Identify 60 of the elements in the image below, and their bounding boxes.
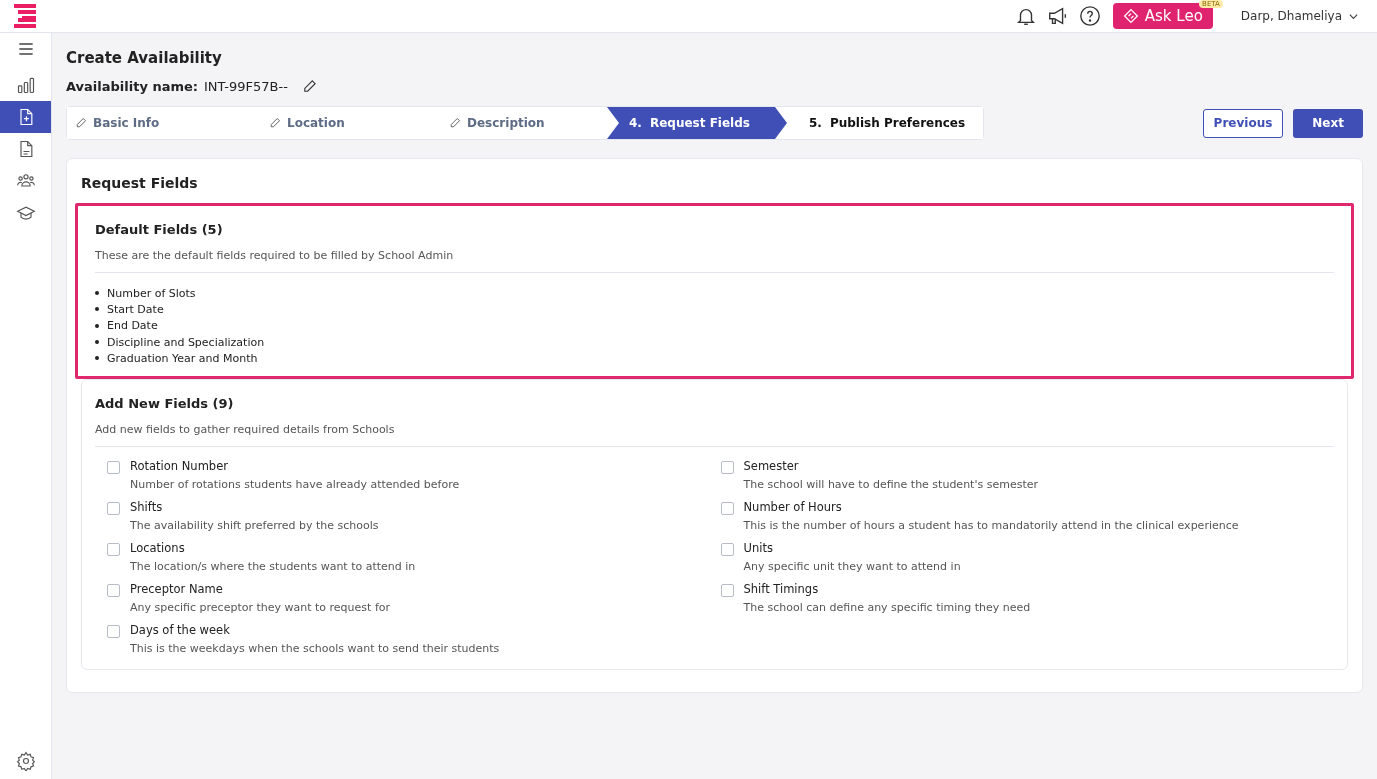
bullet-icon — [95, 323, 99, 328]
diamond-logo-icon — [1122, 8, 1139, 24]
default-field-item: Start Date — [107, 302, 164, 316]
panel-title: Default Fields (5) — [95, 222, 224, 237]
bar-chart-icon — [15, 75, 36, 95]
field-option-label: Semester — [743, 459, 800, 474]
field-option-label: Locations — [130, 541, 186, 556]
field-option-hint: The school can define any specific timing they need — [743, 601, 1031, 615]
field-option-hint: The location/s where the students want to attend in — [130, 560, 416, 574]
page-title: Create Availability — [66, 49, 223, 67]
default-field-item: Discipline and Specialization — [107, 335, 265, 349]
next-button[interactable]: Next — [1293, 108, 1363, 138]
field-option-label: Shift Timings — [743, 582, 820, 597]
settings-icon[interactable] — [15, 751, 36, 771]
field-option-hint: Any specific unit they want to attend in — [743, 560, 961, 574]
field-option-label: Rotation Number — [130, 459, 229, 474]
megaphone-icon[interactable] — [1046, 5, 1069, 27]
field-option-hint: Number of rotations students have already attended before — [130, 478, 460, 492]
field-option-label: Days of the week — [130, 623, 231, 638]
field-option-hint: Any specific preceptor they want to request for — [130, 601, 390, 615]
pencil-icon — [75, 117, 87, 129]
pencil-icon — [449, 117, 461, 129]
panel-title: Add New Fields (9) — [95, 396, 235, 412]
panel-description: Add new fields to gather required details from Schools — [95, 423, 396, 437]
bullet-icon — [95, 291, 99, 296]
user-menu[interactable]: Darp, Dhameliya — [1234, 8, 1365, 24]
availability-name-value: INT-99F57B-- — [204, 79, 288, 94]
default-field-item: Graduation Year and Month — [107, 351, 258, 365]
checkbox[interactable] — [720, 502, 734, 516]
field-option-label: Shifts — [130, 500, 164, 515]
edit-pencil-icon[interactable] — [301, 79, 317, 94]
default-field-item: Number of Slots — [107, 286, 196, 300]
field-option-label: Units — [743, 541, 774, 556]
field-option-label: Number of Hours — [743, 500, 843, 515]
help-icon[interactable] — [1078, 5, 1101, 27]
bullet-icon — [95, 340, 99, 345]
field-option-label: Preceptor Name — [130, 582, 224, 597]
checkbox[interactable] — [720, 461, 734, 475]
field-option-hint: The availability shift preferred by the schools — [130, 519, 379, 533]
checkbox[interactable] — [107, 584, 120, 598]
field-option-hint: This is the weekdays when the schools want to send their students — [130, 642, 500, 656]
panel-description: These are the default fields required to be filled by School Admin — [95, 249, 455, 262]
wizard-step[interactable]: 4. Request Fields — [607, 107, 787, 139]
checkbox[interactable] — [107, 625, 120, 639]
default-field-item: End Date — [107, 319, 158, 333]
checkbox[interactable] — [720, 584, 734, 598]
field-option-hint: The school will have to define the student's semester — [743, 478, 1038, 492]
pencil-icon — [269, 117, 281, 129]
logo-icon[interactable] — [14, 4, 36, 28]
availability-name-label: Availability name: — [66, 79, 198, 94]
checkbox[interactable] — [107, 543, 120, 557]
checkbox[interactable] — [107, 502, 120, 516]
bullet-icon — [95, 307, 99, 312]
field-option-hint: This is the number of hours a student has to mandatorily attend in the clinical experience — [743, 519, 1239, 533]
checkbox[interactable] — [720, 543, 734, 557]
bullet-icon — [95, 356, 99, 361]
sidebar-item[interactable] — [0, 101, 51, 133]
section-title: Request Fields — [81, 175, 199, 191]
checkbox[interactable] — [107, 461, 120, 475]
previous-button[interactable]: Previous — [1202, 108, 1284, 138]
